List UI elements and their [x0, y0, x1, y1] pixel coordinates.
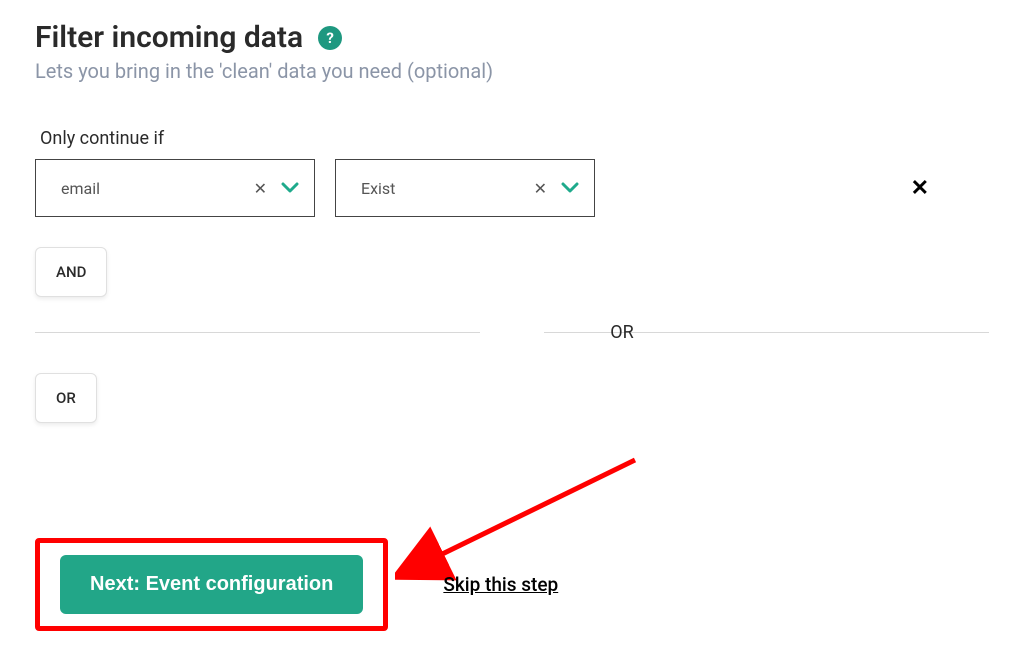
or-divider-text: OR	[590, 322, 653, 343]
condition-row: email ✕ Exist ✕ ✕	[35, 159, 989, 217]
or-divider: OR	[35, 322, 989, 343]
and-button[interactable]: AND	[35, 247, 107, 297]
or-button[interactable]: OR	[35, 373, 97, 423]
highlight-annotation: Next: Event configuration	[35, 538, 388, 631]
field-dropdown[interactable]: email ✕	[35, 159, 315, 217]
page-subtitle: Lets you bring in the 'clean' data you n…	[35, 59, 989, 83]
filter-section: Only continue if email ✕ Exist ✕ ✕ AND	[35, 128, 989, 423]
operator-dropdown[interactable]: Exist ✕	[335, 159, 595, 217]
clear-field-icon[interactable]: ✕	[254, 179, 267, 198]
field-value: email	[61, 179, 100, 198]
condition-label: Only continue if	[40, 128, 989, 149]
help-icon[interactable]: ?	[318, 26, 342, 50]
dropdown-controls: ✕	[254, 178, 299, 199]
page-title: Filter incoming data	[35, 20, 303, 55]
operator-value: Exist	[361, 179, 395, 198]
chevron-down-icon[interactable]	[281, 178, 299, 199]
dropdown-controls: ✕	[534, 178, 579, 199]
remove-row-icon[interactable]: ✕	[911, 176, 989, 201]
skip-link[interactable]: Skip this step	[443, 573, 558, 596]
clear-operator-icon[interactable]: ✕	[534, 179, 547, 198]
chevron-down-icon[interactable]	[561, 178, 579, 199]
divider-line	[35, 332, 480, 333]
header: Filter incoming data ? Lets you bring in…	[35, 20, 989, 83]
title-row: Filter incoming data ?	[35, 20, 989, 55]
next-button[interactable]: Next: Event configuration	[60, 555, 363, 614]
footer: Next: Event configuration Skip this step	[35, 538, 989, 631]
